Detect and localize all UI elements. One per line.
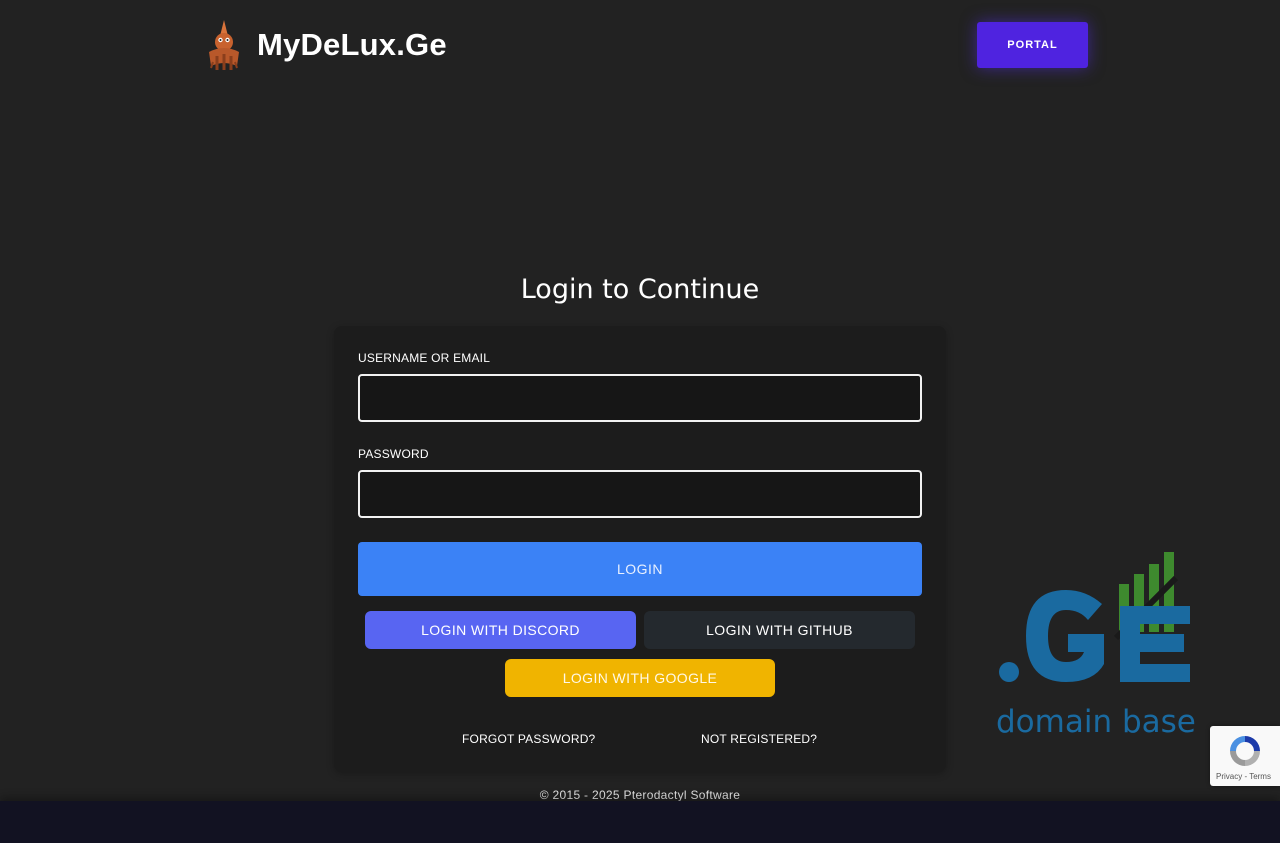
password-label: PASSWORD bbox=[358, 447, 429, 461]
ge-domain-logo: domain base bbox=[996, 552, 1196, 740]
login-google-button[interactable]: LOGIN WITH GOOGLE bbox=[505, 659, 775, 697]
copyright: © 2015 - 2025 Pterodactyl Software bbox=[539, 788, 741, 802]
recaptcha-links[interactable]: Privacy - Terms bbox=[1216, 772, 1271, 781]
forgot-password-link[interactable]: FORGOT PASSWORD? bbox=[462, 732, 595, 746]
username-input[interactable] bbox=[358, 374, 922, 422]
login-title: Login to Continue bbox=[520, 274, 760, 305]
domain-base-text: domain base bbox=[996, 704, 1196, 740]
pterodactyl-logo-icon bbox=[209, 20, 239, 70]
username-label: USERNAME OR EMAIL bbox=[358, 351, 491, 365]
brand-name: MyDeLux.Ge bbox=[257, 27, 447, 62]
register-link[interactable]: NOT REGISTERED? bbox=[701, 732, 817, 746]
login-discord-button[interactable]: LOGIN WITH DISCORD bbox=[365, 611, 636, 649]
password-input[interactable] bbox=[358, 470, 922, 518]
portal-button[interactable]: PORTAL bbox=[977, 22, 1088, 68]
login-github-button[interactable]: LOGIN WITH GITHUB bbox=[644, 611, 915, 649]
site-header: MyDeLux.Ge PORTAL bbox=[0, 0, 1280, 90]
recaptcha-icon bbox=[1230, 736, 1260, 766]
login-card: USERNAME OR EMAIL PASSWORD LOGIN LOGIN W… bbox=[334, 326, 946, 772]
bottom-bar bbox=[0, 801, 1280, 843]
recaptcha-badge[interactable]: Privacy - Terms bbox=[1210, 726, 1280, 786]
brand[interactable]: MyDeLux.Ge bbox=[205, 18, 447, 72]
login-button[interactable]: LOGIN bbox=[358, 542, 922, 596]
